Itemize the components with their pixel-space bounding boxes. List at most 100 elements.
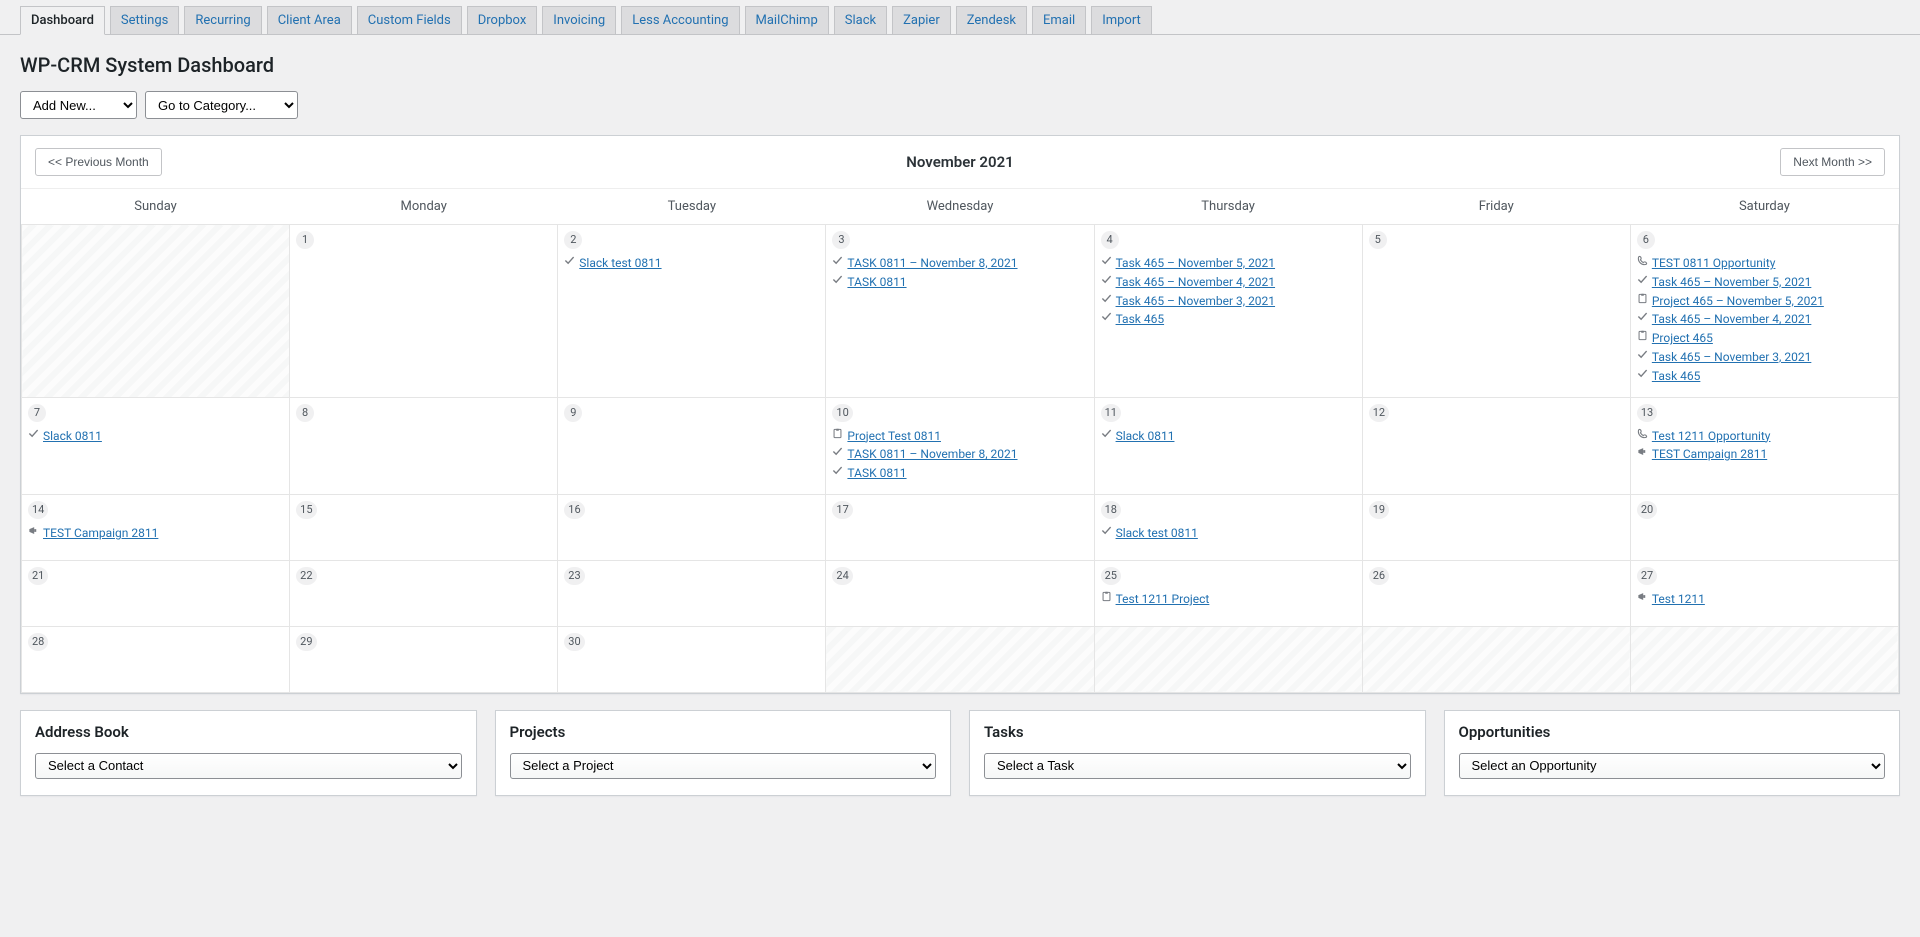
calendar-cell: 19 xyxy=(1362,494,1630,560)
event-link[interactable]: Task 465 – November 3, 2021 xyxy=(1652,349,1811,366)
day-number: 11 xyxy=(1101,404,1121,422)
event-link[interactable]: Project 465 – November 5, 2021 xyxy=(1652,293,1824,310)
opportunities-select[interactable]: Select an Opportunity xyxy=(1459,753,1886,779)
tab-email[interactable]: Email xyxy=(1032,6,1086,34)
tab-dropbox[interactable]: Dropbox xyxy=(467,6,538,34)
day-number: 27 xyxy=(1637,567,1657,585)
tab-less-accounting[interactable]: Less Accounting xyxy=(621,6,739,34)
calendar-event: Project Test 0811 xyxy=(832,428,1087,445)
calendar-cell: 12 xyxy=(1362,397,1630,494)
event-link[interactable]: Task 465 – November 3, 2021 xyxy=(1116,293,1275,310)
event-link[interactable]: Slack test 0811 xyxy=(1116,525,1198,542)
day-number: 30 xyxy=(564,633,584,651)
tab-client-area[interactable]: Client Area xyxy=(267,6,352,34)
event-link[interactable]: Project Test 0811 xyxy=(847,428,941,445)
projects-select[interactable]: Select a Project xyxy=(510,753,937,779)
event-link[interactable]: TASK 0811 xyxy=(847,274,906,291)
calendar-event: TEST Campaign 2811 xyxy=(1637,446,1892,463)
calendar-cell: 11 Slack 0811 xyxy=(1094,397,1362,494)
tab-dashboard[interactable]: Dashboard xyxy=(20,6,105,35)
event-link[interactable]: Task 465 – November 4, 2021 xyxy=(1652,311,1811,328)
tab-settings[interactable]: Settings xyxy=(110,6,179,34)
check-icon xyxy=(1101,293,1112,304)
check-icon xyxy=(832,274,843,285)
event-link[interactable]: Task 465 – November 5, 2021 xyxy=(1652,274,1811,291)
calendar-event: TASK 0811 – November 8, 2021 xyxy=(832,255,1087,272)
event-link[interactable]: Slack 0811 xyxy=(43,428,102,445)
check-icon xyxy=(1101,274,1112,285)
calendar-event: Task 465 xyxy=(1637,368,1892,385)
event-link[interactable]: Project 465 xyxy=(1652,330,1713,347)
next-month-button[interactable]: Next Month >> xyxy=(1780,148,1885,176)
event-link[interactable]: Task 465 xyxy=(1116,311,1165,328)
add-new-select[interactable]: Add New... xyxy=(20,91,137,119)
event-link[interactable]: Task 465 xyxy=(1652,368,1701,385)
calendar-cell xyxy=(1094,626,1362,692)
calendar-cell: 1 xyxy=(290,225,558,398)
prev-month-button[interactable]: << Previous Month xyxy=(35,148,162,176)
event-link[interactable]: Task 465 – November 4, 2021 xyxy=(1116,274,1275,291)
day-header: Saturday xyxy=(1630,189,1898,225)
tab-custom-fields[interactable]: Custom Fields xyxy=(357,6,462,34)
day-number: 29 xyxy=(296,633,316,651)
calendar-cell: 8 xyxy=(290,397,558,494)
tasks-select[interactable]: Select a Task xyxy=(984,753,1411,779)
event-link[interactable]: Slack 0811 xyxy=(1116,428,1175,445)
day-number: 8 xyxy=(296,404,314,422)
day-number: 2 xyxy=(564,231,582,249)
check-icon xyxy=(564,255,575,266)
calendar-event: TEST 0811 Opportunity xyxy=(1637,255,1892,272)
day-number: 17 xyxy=(832,501,852,519)
calendar-cell: 3TASK 0811 – November 8, 2021TASK 0811 xyxy=(826,225,1094,398)
tab-zendesk[interactable]: Zendesk xyxy=(956,6,1027,34)
calendar-cell: 2 Slack test 0811 xyxy=(558,225,826,398)
calendar-event: TEST Campaign 2811 xyxy=(28,525,283,542)
day-header: Wednesday xyxy=(826,189,1094,225)
tab-slack[interactable]: Slack xyxy=(834,6,887,34)
megaphone-icon xyxy=(1637,591,1648,602)
address-book-select[interactable]: Select a Contact xyxy=(35,753,462,779)
day-number: 22 xyxy=(296,567,316,585)
calendar-event: Task 465 – November 5, 2021 xyxy=(1637,274,1892,291)
tab-import[interactable]: Import xyxy=(1091,6,1152,34)
calendar-cell: 29 xyxy=(290,626,558,692)
day-number: 4 xyxy=(1101,231,1119,249)
go-to-category-select[interactable]: Go to Category... xyxy=(145,91,298,119)
calendar-event: TASK 0811 – November 8, 2021 xyxy=(832,446,1087,463)
event-link[interactable]: TASK 0811 – November 8, 2021 xyxy=(847,446,1017,463)
day-header: Sunday xyxy=(22,189,290,225)
calendar-event: Slack test 0811 xyxy=(1101,525,1356,542)
event-link[interactable]: TEST 0811 Opportunity xyxy=(1652,255,1776,272)
address-book-title: Address Book xyxy=(35,723,462,741)
calendar-cell: 21 xyxy=(22,560,290,626)
event-link[interactable]: Test 1211 Project xyxy=(1116,591,1210,608)
calendar-cell xyxy=(826,626,1094,692)
event-link[interactable]: TEST Campaign 2811 xyxy=(43,525,158,542)
event-link[interactable]: Task 465 – November 5, 2021 xyxy=(1116,255,1275,272)
event-link[interactable]: Test 1211 xyxy=(1652,591,1705,608)
calendar-event: Task 465 – November 3, 2021 xyxy=(1637,349,1892,366)
tasks-title: Tasks xyxy=(984,723,1411,741)
phone-icon xyxy=(1637,255,1648,266)
event-link[interactable]: TASK 0811 – November 8, 2021 xyxy=(847,255,1017,272)
tab-mailchimp[interactable]: MailChimp xyxy=(745,6,829,34)
calendar-cell: 17 xyxy=(826,494,1094,560)
event-link[interactable]: TEST Campaign 2811 xyxy=(1652,446,1767,463)
clipboard-icon xyxy=(1637,330,1648,341)
day-number: 9 xyxy=(564,404,582,422)
megaphone-icon xyxy=(1637,446,1648,457)
calendar-cell: 14TEST Campaign 2811 xyxy=(22,494,290,560)
tab-invoicing[interactable]: Invoicing xyxy=(542,6,616,34)
day-number: 18 xyxy=(1101,501,1121,519)
check-icon xyxy=(28,428,39,439)
calendar-cell: 28 xyxy=(22,626,290,692)
calendar-cell: 16 xyxy=(558,494,826,560)
calendar-cell: 13Test 1211 OpportunityTEST Campaign 281… xyxy=(1630,397,1898,494)
tab-recurring[interactable]: Recurring xyxy=(184,6,261,34)
event-link[interactable]: TASK 0811 xyxy=(847,465,906,482)
event-link[interactable]: Slack test 0811 xyxy=(579,255,661,272)
calendar-cell: 15 xyxy=(290,494,558,560)
calendar-event: TASK 0811 xyxy=(832,274,1087,291)
tab-zapier[interactable]: Zapier xyxy=(892,6,951,34)
event-link[interactable]: Test 1211 Opportunity xyxy=(1652,428,1771,445)
